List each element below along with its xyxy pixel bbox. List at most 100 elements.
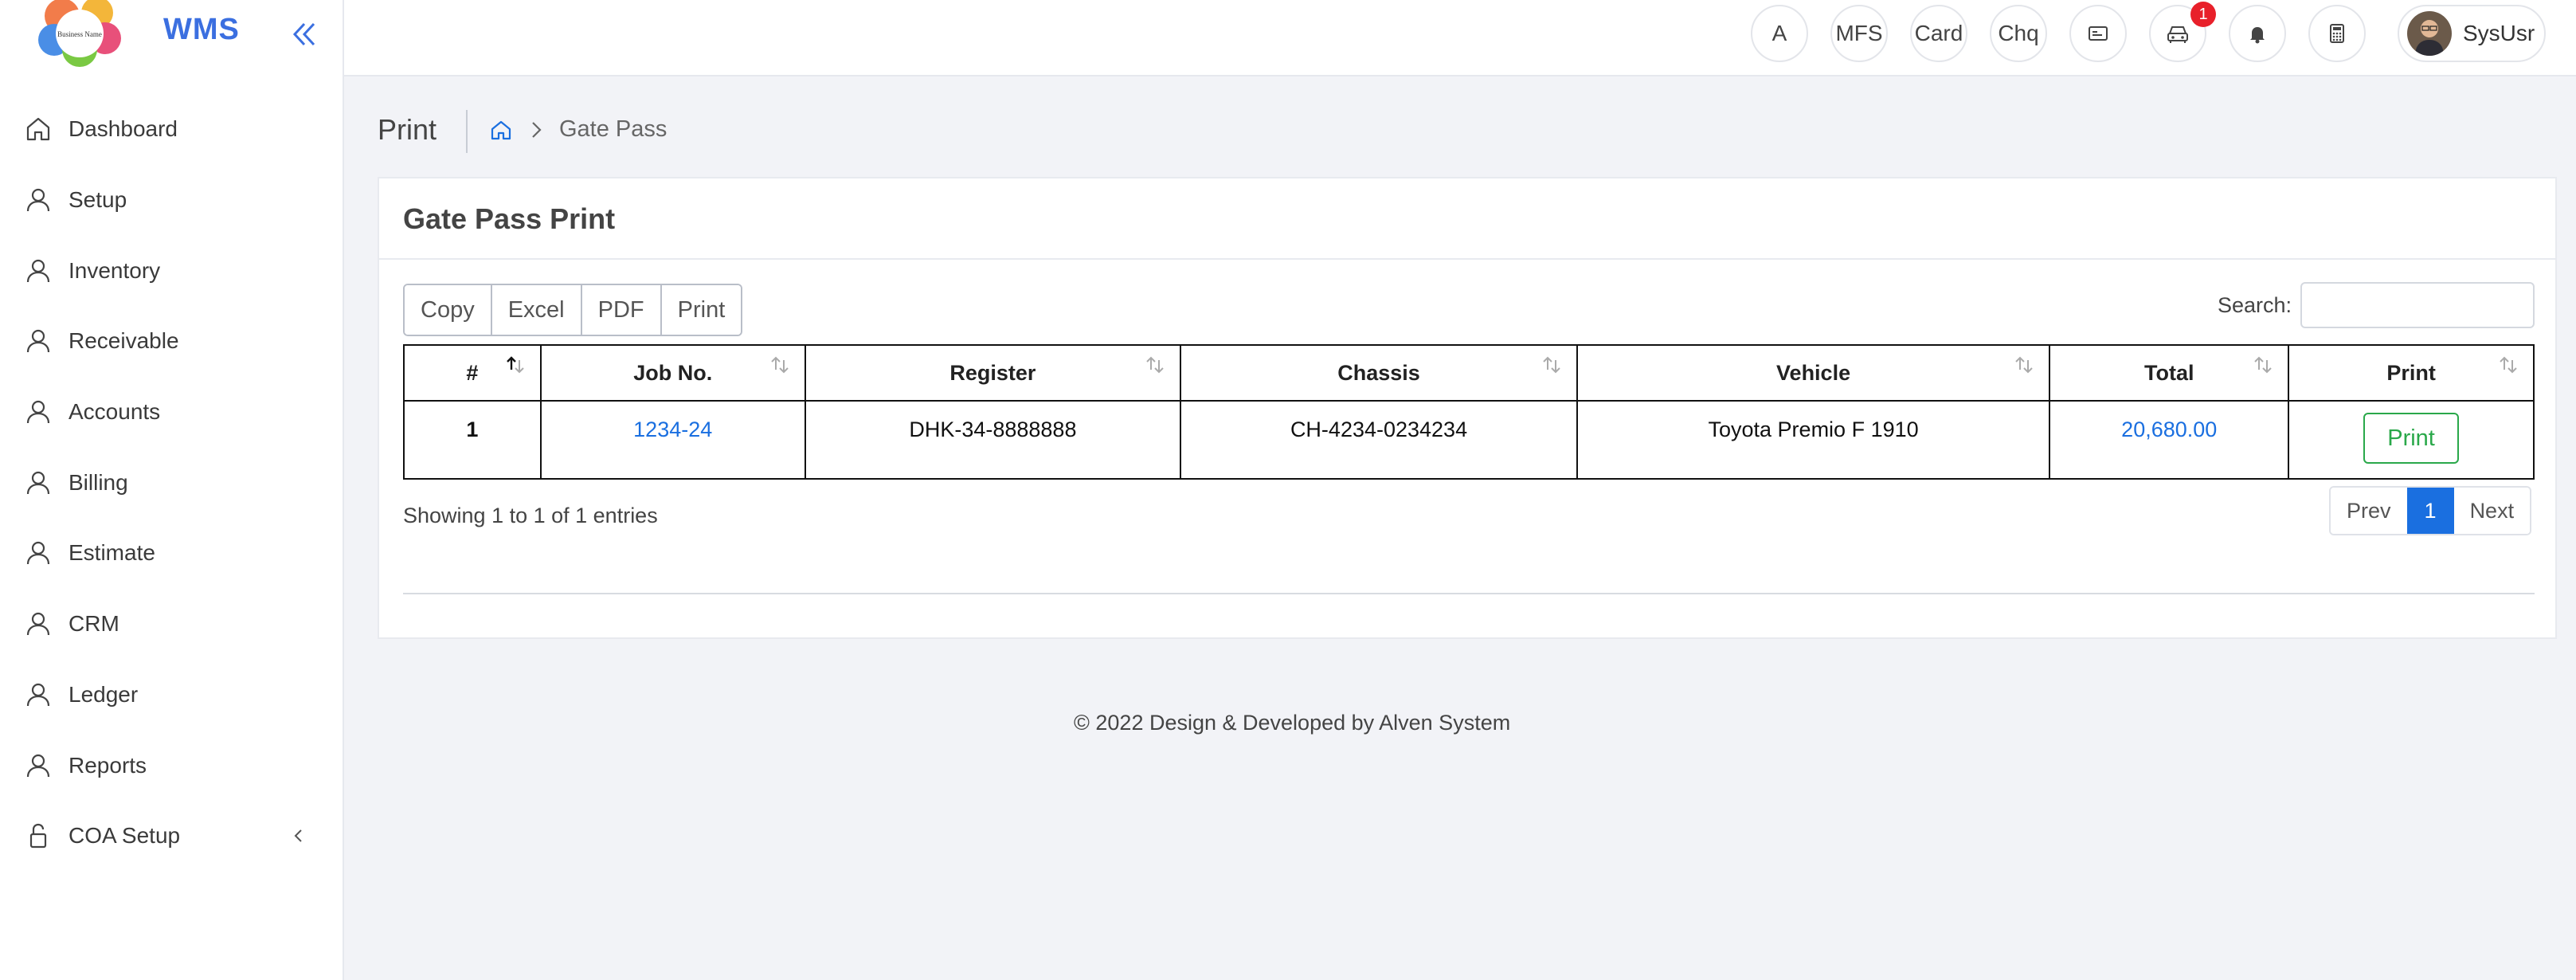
pagination-page-1[interactable]: 1 bbox=[2406, 488, 2454, 534]
sort-asc-icon bbox=[506, 356, 524, 374]
pagination: Prev 1 Next bbox=[2329, 486, 2532, 535]
column-header-num[interactable]: # bbox=[403, 344, 542, 402]
topbar-button-mfs[interactable]: MFS bbox=[1830, 5, 1888, 62]
user-icon bbox=[26, 754, 50, 777]
topbar-button-a[interactable]: A bbox=[1751, 5, 1808, 62]
home-icon bbox=[26, 118, 50, 141]
sort-icon bbox=[770, 356, 789, 374]
footer-text: © 2022 Design & Developed by Alven Syste… bbox=[1074, 711, 1511, 735]
topbar-button-card[interactable]: Card bbox=[1910, 5, 1967, 62]
user-icon bbox=[26, 400, 50, 424]
vehicle-button[interactable]: 1 bbox=[2149, 2, 2216, 62]
print-export-button[interactable]: Print bbox=[661, 285, 742, 335]
gate-pass-card: Gate Pass Print Copy Excel PDF Print Sea… bbox=[378, 177, 2557, 639]
topbar-button-chq[interactable]: Chq bbox=[1990, 5, 2047, 62]
sidebar-item-setup[interactable]: Setup bbox=[0, 165, 344, 236]
breadcrumb-home-icon[interactable] bbox=[489, 118, 513, 142]
column-header-register[interactable]: Register bbox=[804, 344, 1182, 402]
sort-icon bbox=[2254, 356, 2272, 374]
sidebar-item-label: Dashboard bbox=[69, 116, 178, 142]
sidebar-item-label: Billing bbox=[69, 469, 128, 495]
user-icon bbox=[26, 330, 50, 353]
sidebar-item-reports[interactable]: Reports bbox=[0, 730, 344, 801]
brand: Business Name WMS bbox=[0, 0, 344, 75]
cell-num: 1 bbox=[403, 400, 542, 480]
user-icon bbox=[26, 613, 50, 636]
sidebar-item-crm[interactable]: CRM bbox=[0, 589, 344, 660]
sidebar-item-label: Ledger bbox=[69, 681, 139, 707]
sidebar-item-inventory[interactable]: Inventory bbox=[0, 235, 344, 306]
sidebar-menu: Dashboard Setup Inventory Receivable Acc… bbox=[0, 94, 344, 872]
sort-icon bbox=[1543, 356, 1560, 374]
avatar bbox=[2407, 11, 2452, 56]
sidebar: Business Name WMS Dashboard Setup Invent… bbox=[0, 0, 344, 980]
sort-icon bbox=[2500, 356, 2517, 374]
search-input[interactable] bbox=[2300, 282, 2535, 328]
table-info: Showing 1 to 1 of 1 entries bbox=[403, 504, 658, 527]
user-name: SysUsr bbox=[2463, 21, 2535, 45]
sidebar-item-label: Inventory bbox=[69, 257, 161, 283]
notification-badge: 1 bbox=[2190, 2, 2216, 27]
app-name: WMS bbox=[163, 13, 240, 46]
job-no-link[interactable]: 1234-24 bbox=[633, 417, 712, 441]
sidebar-item-coa-setup[interactable]: COA Setup bbox=[0, 801, 344, 872]
sidebar-item-label: Accounts bbox=[69, 399, 161, 425]
sidebar-item-receivable[interactable]: Receivable bbox=[0, 306, 344, 377]
user-icon bbox=[26, 188, 50, 212]
calculator-button[interactable] bbox=[2308, 5, 2366, 62]
sidebar-item-label: Setup bbox=[69, 187, 127, 213]
export-buttons: Copy Excel PDF Print bbox=[403, 284, 743, 336]
pagination-next[interactable]: Next bbox=[2453, 488, 2531, 534]
column-header-total[interactable]: Total bbox=[2049, 344, 2290, 402]
total-link[interactable]: 20,680.00 bbox=[2121, 417, 2217, 441]
sidebar-item-label: CRM bbox=[69, 611, 119, 637]
brand-logo[interactable]: Business Name bbox=[32, 0, 127, 72]
notifications-button[interactable] bbox=[2229, 5, 2286, 62]
table-header-row: # Job No. Register Chassis Vehicle Total… bbox=[403, 344, 2535, 402]
column-header-print[interactable]: Print bbox=[2288, 344, 2535, 402]
user-menu[interactable]: SysUsr bbox=[2398, 5, 2546, 62]
sort-icon bbox=[1146, 356, 1164, 374]
topbar: A MFS Card Chq 1 SysUsr bbox=[344, 0, 2576, 76]
svg-text:Business Name: Business Name bbox=[57, 30, 102, 38]
sidebar-item-estimate[interactable]: Estimate bbox=[0, 518, 344, 589]
user-icon bbox=[26, 683, 50, 706]
column-header-job-no[interactable]: Job No. bbox=[539, 344, 806, 402]
sidebar-item-billing[interactable]: Billing bbox=[0, 447, 344, 518]
table-row: 1 1234-24 DHK-34-8888888 CH-4234-0234234… bbox=[403, 400, 2535, 480]
cell-chassis: CH-4234-0234234 bbox=[1180, 400, 1578, 480]
cell-register: DHK-34-8888888 bbox=[804, 400, 1182, 480]
sidebar-item-label: COA Setup bbox=[69, 823, 181, 849]
collapse-sidebar-icon[interactable] bbox=[285, 16, 322, 53]
sidebar-item-label: Receivable bbox=[69, 328, 179, 354]
user-icon bbox=[26, 259, 50, 282]
user-icon bbox=[26, 471, 50, 494]
chevron-left-icon bbox=[294, 829, 302, 842]
print-row-button[interactable]: Print bbox=[2363, 413, 2460, 464]
card-title: Gate Pass Print bbox=[403, 202, 616, 235]
id-card-button[interactable] bbox=[2069, 5, 2127, 62]
card-header: Gate Pass Print bbox=[379, 178, 2555, 260]
copy-button[interactable]: Copy bbox=[405, 285, 492, 335]
column-header-chassis[interactable]: Chassis bbox=[1180, 344, 1578, 402]
cell-total: 20,680.00 bbox=[2049, 400, 2290, 480]
page-title: Print bbox=[378, 113, 437, 146]
pagination-prev[interactable]: Prev bbox=[2331, 488, 2407, 534]
cell-job-no: 1234-24 bbox=[539, 400, 806, 480]
excel-button[interactable]: Excel bbox=[491, 285, 582, 335]
bell-icon bbox=[2250, 27, 2265, 44]
pdf-button[interactable]: PDF bbox=[581, 285, 662, 335]
gate-pass-table: # Job No. Register Chassis Vehicle Total… bbox=[403, 344, 2535, 480]
calculator-icon bbox=[2330, 24, 2344, 43]
sidebar-item-accounts[interactable]: Accounts bbox=[0, 377, 344, 448]
cell-vehicle: Toyota Premio F 1910 bbox=[1576, 400, 2051, 480]
sidebar-item-dashboard[interactable]: Dashboard bbox=[0, 94, 344, 165]
column-header-vehicle[interactable]: Vehicle bbox=[1576, 344, 2051, 402]
id-card-icon bbox=[2089, 26, 2108, 41]
sidebar-item-ledger[interactable]: Ledger bbox=[0, 660, 344, 731]
sidebar-item-label: Estimate bbox=[69, 540, 155, 566]
chevron-right-icon bbox=[532, 122, 542, 138]
breadcrumb-current: Gate Pass bbox=[559, 116, 667, 142]
title-divider bbox=[466, 110, 468, 153]
lock-icon bbox=[29, 824, 47, 849]
